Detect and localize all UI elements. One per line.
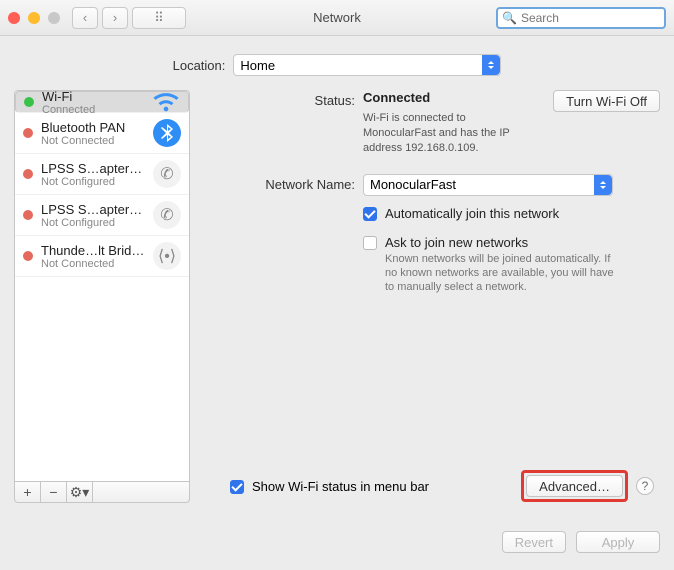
help-button[interactable]: ? bbox=[636, 477, 654, 495]
network-name-value: MonocularFast bbox=[370, 177, 456, 192]
show-all-button[interactable]: ⠿ bbox=[132, 7, 186, 29]
location-label: Location: bbox=[173, 58, 226, 73]
minimize-window[interactable] bbox=[28, 12, 40, 24]
network-name-select[interactable]: MonocularFast bbox=[363, 174, 613, 196]
search-icon: 🔍 bbox=[502, 11, 517, 25]
traffic-lights bbox=[8, 12, 60, 24]
sidebar-item-status: Not Connected bbox=[41, 135, 145, 147]
close-window[interactable] bbox=[8, 12, 20, 24]
status-value: Connected bbox=[363, 90, 541, 105]
auto-join-row[interactable]: Automatically join this network bbox=[363, 206, 660, 221]
sidebar-item-status: Not Connected bbox=[41, 258, 145, 270]
wifi-icon bbox=[152, 90, 180, 116]
status-dot bbox=[23, 128, 33, 138]
search-input[interactable] bbox=[521, 11, 674, 25]
sidebar-item-bluetooth[interactable]: Bluetooth PAN Not Connected bbox=[15, 113, 189, 154]
forward-button[interactable]: › bbox=[102, 7, 128, 29]
sidebar-toolbar-spacer bbox=[93, 482, 189, 502]
revert-button[interactable]: Revert bbox=[502, 531, 566, 553]
location-row: Location: Home bbox=[0, 36, 674, 90]
sidebar-item-status: Not Configured bbox=[41, 176, 145, 188]
show-menu-checkbox[interactable] bbox=[230, 480, 244, 494]
status-dot bbox=[23, 210, 33, 220]
location-select[interactable]: Home bbox=[233, 54, 501, 76]
bluetooth-icon bbox=[153, 119, 181, 147]
sidebar-item-name: Thunde…lt Bridge bbox=[41, 243, 145, 258]
phone-icon: ✆ bbox=[153, 201, 181, 229]
auto-join-label: Automatically join this network bbox=[385, 206, 559, 221]
status-subtext: Wi-Fi is connected to MonocularFast and … bbox=[363, 111, 541, 156]
ask-join-row[interactable]: Ask to join new networks Known networks … bbox=[363, 235, 660, 295]
sidebar-item-thunderbolt[interactable]: Thunde…lt Bridge Not Connected ⟨•⟩ bbox=[15, 236, 189, 277]
network-name-label: Network Name: bbox=[200, 174, 355, 192]
sidebar-item-name: Bluetooth PAN bbox=[41, 120, 145, 135]
interface-sidebar: Wi-Fi Connected Bluetooth PAN Not Connec… bbox=[14, 90, 190, 482]
sidebar-item-name: Wi-Fi bbox=[42, 90, 144, 104]
auto-join-checkbox[interactable] bbox=[363, 207, 377, 221]
advanced-button[interactable]: Advanced… bbox=[526, 475, 623, 497]
sidebar-item-name: LPSS S…apter (2) bbox=[41, 202, 145, 217]
location-value: Home bbox=[240, 58, 275, 73]
zoom-window[interactable] bbox=[48, 12, 60, 24]
chevron-updown-icon bbox=[482, 55, 500, 75]
advanced-highlight: Advanced… bbox=[521, 470, 628, 502]
status-dot bbox=[23, 251, 33, 261]
phone-icon: ✆ bbox=[153, 160, 181, 188]
sidebar-item-name: LPSS S…apter (1) bbox=[41, 161, 145, 176]
add-interface-button[interactable]: + bbox=[15, 482, 41, 502]
remove-interface-button[interactable]: − bbox=[41, 482, 67, 502]
turn-wifi-off-button[interactable]: Turn Wi-Fi Off bbox=[553, 90, 660, 112]
bridge-icon: ⟨•⟩ bbox=[153, 242, 181, 270]
search-field-wrap[interactable]: 🔍 bbox=[496, 7, 666, 29]
sidebar-item-lpss1[interactable]: LPSS S…apter (1) Not Configured ✆ bbox=[15, 154, 189, 195]
ask-join-label: Ask to join new networks bbox=[385, 235, 620, 250]
nav-buttons: ‹ › ⠿ bbox=[72, 7, 186, 29]
status-label: Status: bbox=[200, 90, 355, 108]
sidebar-item-wifi[interactable]: Wi-Fi Connected bbox=[15, 91, 189, 113]
ask-join-subtext: Known networks will be joined automatica… bbox=[385, 252, 620, 295]
sidebar-item-status: Connected bbox=[42, 104, 144, 116]
titlebar: ‹ › ⠿ Network 🔍 bbox=[0, 0, 674, 36]
sidebar-item-status: Not Configured bbox=[41, 217, 145, 229]
bottom-bar: Revert Apply bbox=[0, 517, 674, 563]
apply-button[interactable]: Apply bbox=[576, 531, 660, 553]
status-dot bbox=[23, 169, 33, 179]
back-button[interactable]: ‹ bbox=[72, 7, 98, 29]
sidebar-toolbar: + − ⚙︎▾ bbox=[14, 482, 190, 503]
status-dot bbox=[24, 97, 34, 107]
show-menu-label: Show Wi-Fi status in menu bar bbox=[252, 479, 521, 494]
ask-join-checkbox[interactable] bbox=[363, 236, 377, 250]
sidebar-item-lpss2[interactable]: LPSS S…apter (2) Not Configured ✆ bbox=[15, 195, 189, 236]
action-menu-button[interactable]: ⚙︎▾ bbox=[67, 482, 93, 502]
main-panel: Status: Connected Wi-Fi is connected to … bbox=[200, 90, 660, 502]
chevron-updown-icon bbox=[594, 175, 612, 195]
